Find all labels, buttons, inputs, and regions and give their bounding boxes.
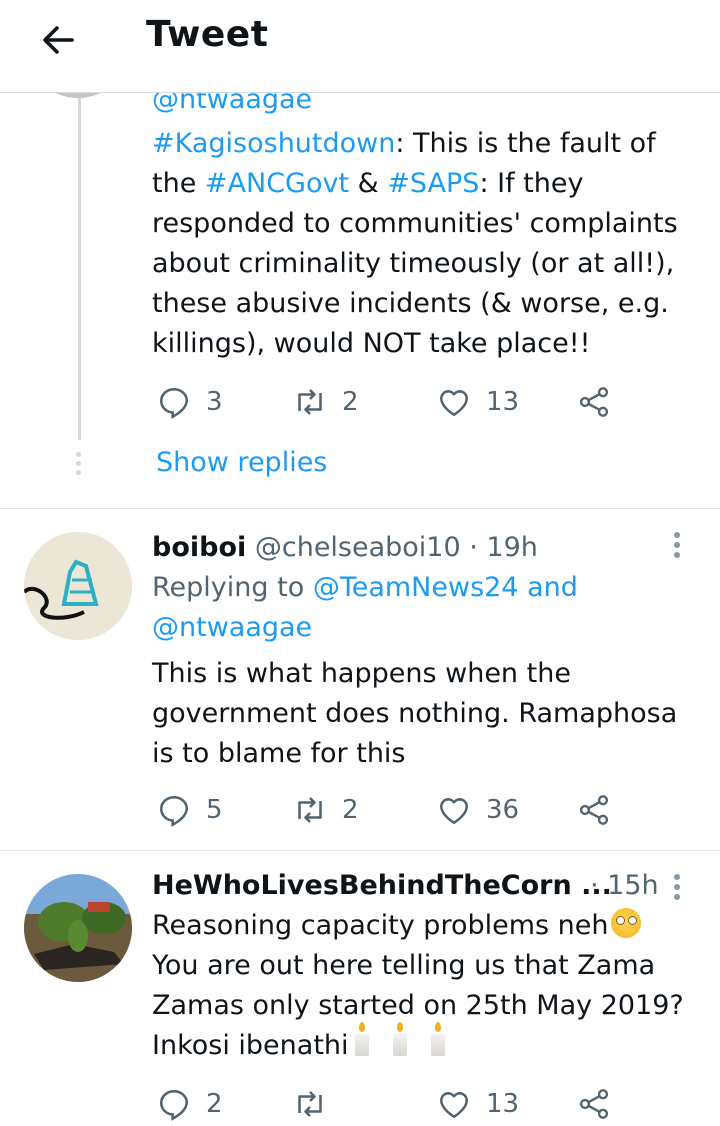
share-icon [579, 795, 609, 825]
tweet-header: HeWhoLivesBehindTheCorn ... [152, 866, 612, 906]
tweet-text-line: government does nothing. Ramaphosa [152, 698, 678, 729]
tweet-text-line: You are out here telling us that Zama [152, 950, 656, 981]
divider [0, 508, 720, 509]
tweet-text-line: Reasoning capacity problems neh [152, 906, 641, 946]
share-icon [579, 387, 609, 417]
retweet-icon [298, 797, 322, 823]
eye-roll-emoji-icon [610, 908, 641, 938]
mention-link[interactable]: @ntwaagae [152, 608, 312, 648]
tweet-time: · 15h [590, 870, 659, 901]
top-bar: Tweet [0, 0, 720, 93]
tweet-text-line: killings), would NOT take place!! [152, 328, 591, 359]
avatar-boiboi[interactable] [24, 532, 132, 640]
reply-button[interactable]: 5 [156, 790, 223, 830]
tweet-text-line: about criminality timeously (or at all!)… [152, 248, 675, 279]
tweet-text-line: #Kagisoshutdown: This is the fault of [152, 128, 656, 159]
tweet-text-line: Zamas only started on 25th May 2019? [152, 990, 684, 1021]
hashtag-link[interactable]: #SAPS [387, 168, 479, 199]
divider [0, 850, 720, 851]
avatar-hewholives[interactable] [24, 874, 132, 982]
like-button[interactable]: 13 [436, 1084, 519, 1124]
like-button[interactable]: 36 [436, 790, 519, 830]
tweet-actions: 5 2 36 [152, 790, 622, 830]
reply-icon [159, 1089, 189, 1121]
retweet-button[interactable]: 2 [292, 382, 359, 422]
hashtag-link[interactable]: #Kagisoshutdown [152, 128, 395, 159]
more-icon[interactable] [674, 532, 684, 562]
reply-button[interactable]: 3 [156, 382, 223, 422]
like-icon [439, 390, 469, 417]
mention-link[interactable]: @TeamNews24 [313, 572, 519, 603]
user-handle[interactable]: @chelseaboi10 [255, 532, 461, 563]
retweet-icon [298, 389, 322, 415]
retweet-button[interactable]: 2 [292, 790, 359, 830]
thread-dots [76, 452, 82, 476]
user-name[interactable]: boiboi [152, 532, 246, 563]
like-button[interactable]: 13 [436, 382, 519, 422]
tweet-text-line: these abusive incidents (& worse, e.g. [152, 288, 669, 319]
hashtag-link[interactable]: #ANCGovt [205, 168, 349, 199]
tweet-actions: 2 13 [152, 1084, 622, 1124]
tweet-text-line: responded to communities' complaints [152, 208, 678, 239]
tweet-text-line: is to blame for this [152, 738, 406, 769]
share-button[interactable] [576, 1084, 612, 1124]
share-button[interactable] [576, 382, 612, 422]
tweet-text-line: This is what happens when the [152, 658, 571, 689]
like-icon [439, 798, 469, 825]
reply-button[interactable]: 2 [156, 1084, 223, 1124]
show-replies-link[interactable]: Show replies [156, 443, 327, 483]
candle-icon [354, 1022, 369, 1056]
avatar-image [24, 532, 132, 640]
back-arrow-icon[interactable] [36, 18, 80, 62]
tweet-text-line: Inkosi ibenathi [152, 1022, 463, 1066]
avatar-image [24, 874, 132, 982]
tweet-header: boiboi @chelseaboi10 · 19h [152, 528, 538, 568]
tweet-text-line: the #ANCGovt & #SAPS: If they [152, 168, 584, 199]
share-icon [579, 1089, 609, 1119]
replying-to: Replying to @TeamNews24 and [152, 572, 578, 603]
tweet-time: · 19h [469, 532, 538, 563]
page-title: Tweet [146, 14, 269, 55]
tweet-actions: 3 2 13 [152, 382, 622, 422]
retweet-icon [298, 1091, 322, 1117]
thread-line [78, 98, 81, 440]
share-button[interactable] [576, 790, 612, 830]
reply-icon [159, 387, 189, 419]
user-name[interactable]: HeWhoLivesBehindTheCorn ... [152, 870, 612, 901]
like-icon [439, 1092, 469, 1119]
retweet-button[interactable] [292, 1084, 342, 1124]
candle-icon [392, 1022, 407, 1056]
reply-icon [159, 795, 189, 827]
candle-icon [430, 1022, 445, 1056]
more-icon[interactable] [674, 874, 684, 904]
